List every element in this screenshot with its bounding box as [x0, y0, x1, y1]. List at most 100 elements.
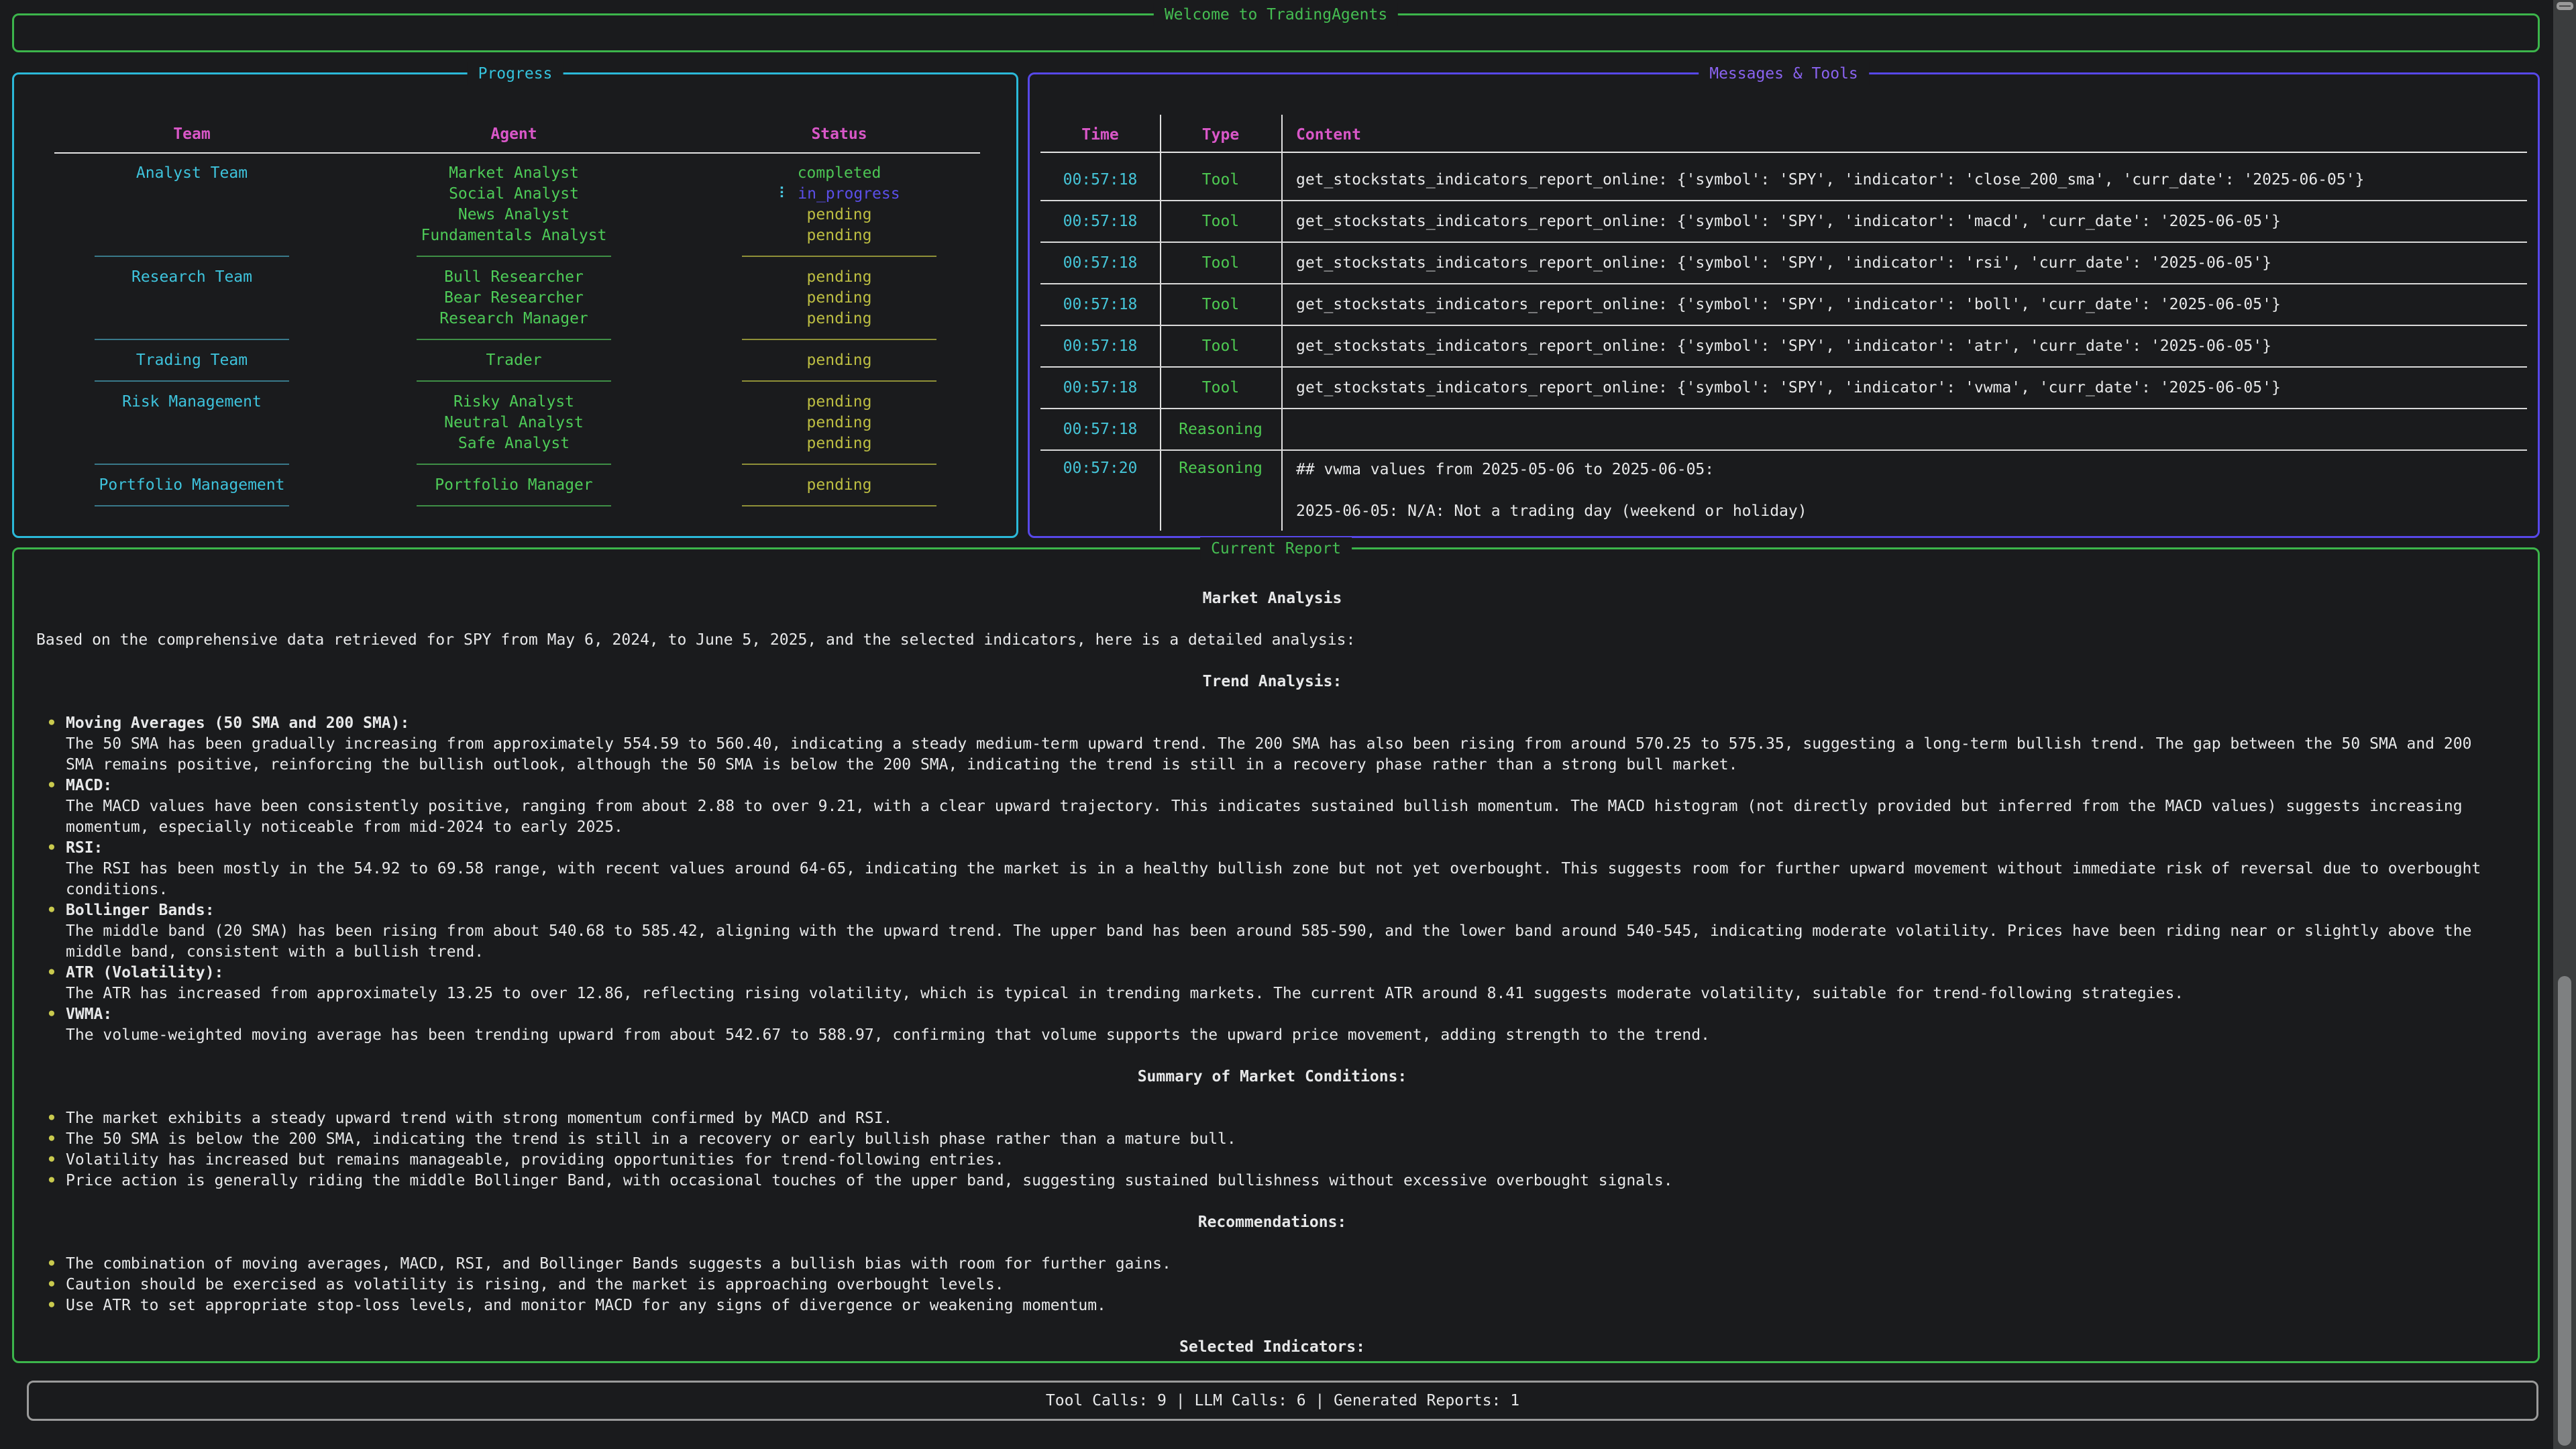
message-content-line: get_stockstats_indicators_report_online:… [1296, 253, 2527, 274]
blank-line [36, 1087, 2508, 1108]
group-separator-line [417, 505, 611, 506]
group-separator-line [417, 380, 611, 382]
group-separator-line [742, 256, 936, 257]
report-section-heading: Recommendations: [36, 1212, 2508, 1233]
agent-cell: Portfolio Manager [350, 475, 678, 496]
bullet-icon: • [47, 1171, 56, 1191]
message-time: 00:57:18 [1040, 171, 1160, 189]
status-cell: pending [678, 267, 1000, 288]
report-bullet: •Caution should be exercised as volatili… [36, 1275, 2508, 1295]
group-separator [678, 371, 1000, 392]
message-content: get_stockstats_indicators_report_online:… [1281, 294, 2527, 315]
bullet-icon: • [47, 1254, 56, 1275]
group-separator-line [95, 339, 289, 340]
message-time: 00:57:18 [1040, 213, 1160, 230]
bullet-icon: • [47, 1275, 56, 1295]
message-row: 00:57:18Reasoning [1040, 409, 2527, 451]
agent-cell: Trader [350, 350, 678, 371]
agent-cell: Bull Researcher [350, 267, 678, 288]
group-separator [678, 329, 1000, 350]
report-bullet-title: •Moving Averages (50 SMA and 200 SMA): [36, 713, 2508, 734]
bullet-icon: • [47, 1129, 56, 1150]
message-content-line: get_stockstats_indicators_report_online:… [1296, 170, 2527, 191]
messages-column-header: Time [1040, 126, 1160, 144]
report-bullet: •The combination of moving averages, MAC… [36, 1254, 2508, 1275]
team-cell: Analyst Team [34, 163, 350, 184]
scrollbar-thumb[interactable] [2558, 976, 2571, 1446]
team-cell [34, 433, 350, 454]
report-bullet: •Volatility has increased but remains ma… [36, 1150, 2508, 1171]
report-section-heading: Trend Analysis: [36, 672, 2508, 692]
bullet-icon: • [47, 1295, 56, 1316]
message-row: 00:57:18Tool get_stockstats_indicators_re… [1040, 201, 2527, 243]
message-content: get_stockstats_indicators_report_online:… [1281, 378, 2527, 398]
progress-header-rule [54, 152, 980, 154]
message-type: Tool [1160, 254, 1281, 272]
message-row: 00:57:18Toolget_stockstats_indicators_re… [1040, 160, 2527, 201]
message-type: Tool [1160, 213, 1281, 230]
message-type: Tool [1160, 337, 1281, 355]
message-content-line: get_stockstats_indicators_report_online:… [1296, 378, 2527, 398]
bullet-icon: • [47, 775, 56, 796]
report-bullet-title: •ATR (Volatility): [36, 963, 2508, 983]
message-time: 00:57:18 [1040, 421, 1160, 438]
status-cell: pending [678, 225, 1000, 246]
message-time: 00:57:18 [1040, 337, 1160, 355]
group-separator [34, 496, 350, 517]
report-bullet: •The market exhibits a steady upward tre… [36, 1108, 2508, 1129]
report-body: Market Analysis Based on the comprehensiv… [36, 588, 2508, 1358]
group-separator-line [95, 505, 289, 506]
agent-cell: Market Analyst [350, 163, 678, 184]
report-bullet-body: The 50 SMA has been gradually increasing… [36, 734, 2508, 775]
group-separator-line [95, 380, 289, 382]
progress-column-header: Agent [350, 124, 678, 145]
report-intro: Based on the comprehensive data retrieve… [36, 630, 2508, 651]
messages-header-rule [1040, 152, 2527, 153]
messages-panel: Messages & Tools TimeTypeContent00:57:18… [1028, 72, 2540, 538]
status-cell: pending [678, 433, 1000, 454]
message-time: 00:57:18 [1040, 296, 1160, 313]
progress-table: TeamAgentStatusAnalyst TeamMarket Analys… [34, 124, 1000, 517]
report-bullet-title: •RSI: [36, 838, 2508, 859]
group-separator [34, 371, 350, 392]
team-cell: Trading Team [34, 350, 350, 371]
agent-cell: Social Analyst [350, 184, 678, 205]
footer-stats-panel: Tool Calls: 9 | LLM Calls: 6 | Generated… [27, 1381, 2538, 1421]
message-type: Tool [1160, 296, 1281, 313]
blank-line [36, 1046, 2508, 1067]
team-cell: Risk Management [34, 392, 350, 413]
group-separator [678, 454, 1000, 475]
report-bullet: •Price action is generally riding the mi… [36, 1171, 2508, 1191]
group-separator [350, 246, 678, 267]
welcome-panel: Welcome to TradingAgents [12, 13, 2540, 52]
message-type: Tool [1160, 379, 1281, 396]
team-cell [34, 288, 350, 309]
message-content: get_stockstats_indicators_report_online:… [1281, 336, 2527, 357]
blank-line [36, 609, 2508, 630]
message-content: get_stockstats_indicators_report_online:… [1281, 253, 2527, 274]
team-cell: Research Team [34, 267, 350, 288]
vertical-scrollbar[interactable] [2553, 0, 2576, 1449]
message-content-line: ## vwma values from 2025-05-06 to 2025-0… [1296, 460, 2527, 480]
group-separator [34, 454, 350, 475]
group-separator-line [417, 256, 611, 257]
messages-column-header: Content [1281, 126, 2527, 144]
agent-cell: Safe Analyst [350, 433, 678, 454]
spinner-icon: ⠇ [778, 185, 790, 203]
status-cell: pending [678, 475, 1000, 496]
group-separator-line [742, 339, 936, 340]
report-bullet-title: •VWMA: [36, 1004, 2508, 1025]
status-cell: ⠇in_progress [678, 184, 1000, 205]
message-content-line: get_stockstats_indicators_report_online:… [1296, 211, 2527, 232]
messages-column-header: Type [1160, 126, 1281, 144]
blank-line [36, 692, 2508, 713]
messages-table: TimeTypeContent00:57:18Toolget_stockstat… [1040, 124, 2527, 531]
agent-cell: Bear Researcher [350, 288, 678, 309]
report-bullet-body: The RSI has been mostly in the 54.92 to … [36, 859, 2508, 900]
group-separator [350, 454, 678, 475]
group-separator [350, 371, 678, 392]
status-cell: completed [678, 163, 1000, 184]
bullet-icon: • [47, 900, 56, 921]
report-heading: Market Analysis [36, 588, 2508, 609]
report-bullet-title: •Bollinger Bands: [36, 900, 2508, 921]
